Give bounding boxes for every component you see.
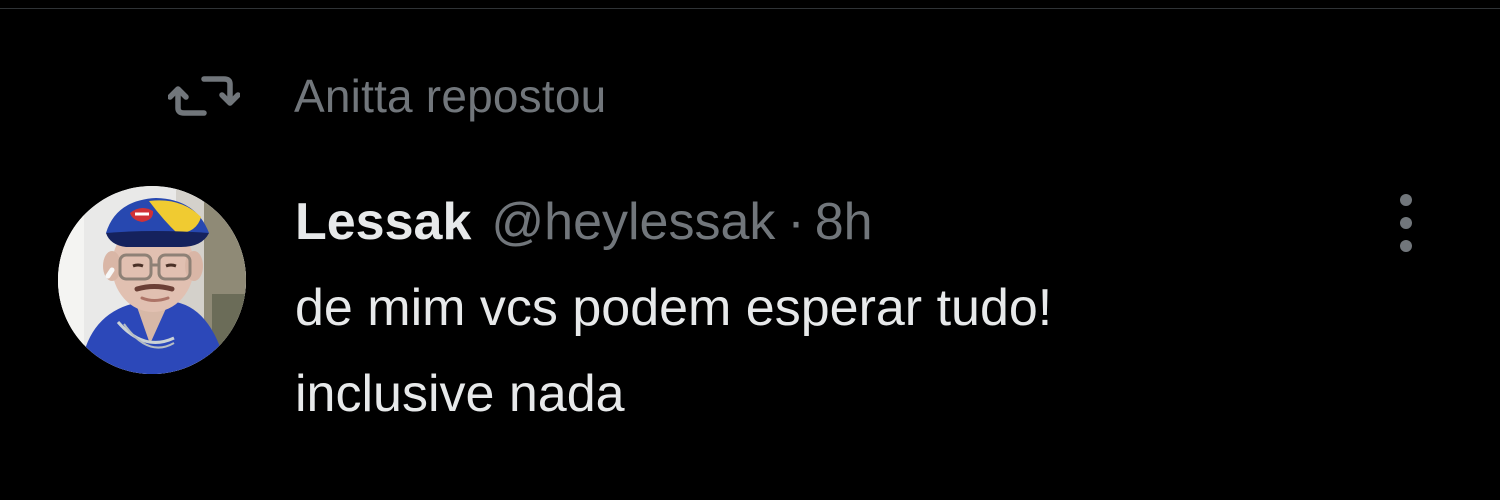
more-options-button[interactable] <box>1386 190 1426 256</box>
repost-icon <box>168 72 242 120</box>
tweet-text-line: de mim vcs podem esperar tudo! <box>295 279 1053 337</box>
timestamp[interactable]: 8h <box>815 192 873 252</box>
tweet-text[interactable]: de mim vcs podem esperar tudo! inclusive… <box>295 276 1475 426</box>
user-handle[interactable]: @heylessak <box>491 192 775 252</box>
tweet-header: Lessak @heylessak · 8h <box>295 186 873 258</box>
top-divider <box>0 8 1500 9</box>
separator-dot: · <box>787 193 805 251</box>
display-name[interactable]: Lessak <box>295 192 471 252</box>
repost-card[interactable]: Anitta repostou Lessak @heylessak · 8h d… <box>0 0 1500 500</box>
repost-label[interactable]: Anitta repostou <box>294 69 606 123</box>
repost-context[interactable]: Anitta repostou <box>168 64 606 128</box>
user-avatar[interactable] <box>58 186 246 374</box>
tweet-text-line: inclusive nada <box>295 365 625 423</box>
more-options-icon <box>1386 190 1426 256</box>
